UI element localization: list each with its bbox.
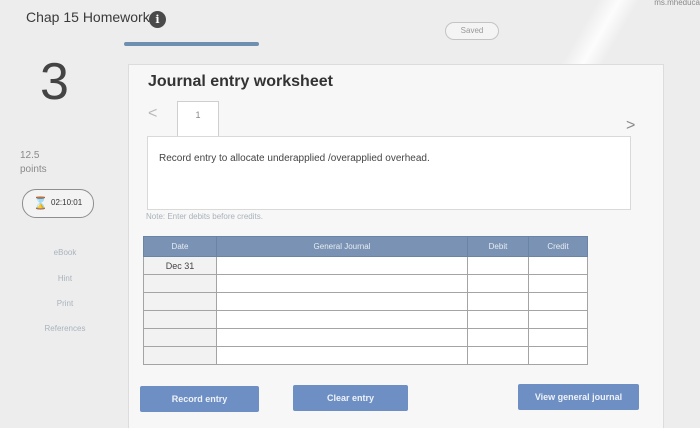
- saved-status-badge: Saved: [445, 22, 499, 40]
- note-text: Note: Enter debits before credits.: [146, 212, 263, 221]
- hourglass-icon: ⌛: [33, 196, 48, 210]
- table-row: [143, 310, 588, 329]
- table-row: [143, 292, 588, 311]
- table-row: Dec 31: [143, 256, 588, 275]
- date-cell[interactable]: [143, 346, 217, 365]
- hint-link[interactable]: Hint: [20, 274, 110, 283]
- account-input[interactable]: [216, 328, 468, 347]
- print-link[interactable]: Print: [20, 299, 110, 308]
- account-input[interactable]: [216, 310, 468, 329]
- account-input[interactable]: [216, 346, 468, 365]
- instruction-text: Record entry to allocate underapplied /o…: [159, 153, 430, 164]
- account-input[interactable]: [216, 274, 468, 293]
- header-general-journal: General Journal: [216, 236, 468, 257]
- debit-input[interactable]: [467, 256, 529, 275]
- date-cell[interactable]: [143, 310, 217, 329]
- header-date: Date: [143, 236, 217, 257]
- debit-input[interactable]: [467, 310, 529, 329]
- worksheet-title: Journal entry worksheet: [148, 73, 333, 90]
- debit-input[interactable]: [467, 346, 529, 365]
- date-cell[interactable]: Dec 31: [143, 256, 217, 275]
- timer-text: 02:10:01: [51, 198, 83, 207]
- references-link[interactable]: References: [20, 324, 110, 333]
- header-credit: Credit: [528, 236, 588, 257]
- credit-input[interactable]: [528, 292, 588, 311]
- credit-input[interactable]: [528, 346, 588, 365]
- table-row: [143, 328, 588, 347]
- credit-input[interactable]: [528, 328, 588, 347]
- chevron-right-icon[interactable]: >: [626, 117, 635, 135]
- chevron-left-icon[interactable]: <: [148, 105, 157, 123]
- view-general-journal-button[interactable]: View general journal: [518, 384, 639, 410]
- info-icon[interactable]: i: [149, 11, 166, 28]
- table-row: [143, 274, 588, 293]
- question-progress-bar: [124, 42, 259, 46]
- credit-input[interactable]: [528, 274, 588, 293]
- debit-input[interactable]: [467, 292, 529, 311]
- credit-input[interactable]: [528, 310, 588, 329]
- homework-title: Chap 15 Homework: [26, 9, 150, 25]
- header-debit: Debit: [467, 236, 529, 257]
- table-row: [143, 346, 588, 365]
- timer-badge: ⌛ 02:10:01: [22, 189, 94, 218]
- clear-entry-button[interactable]: Clear entry: [293, 385, 408, 411]
- account-input[interactable]: [216, 292, 468, 311]
- question-number: 3: [40, 53, 69, 111]
- question-score: 12.5 points: [20, 149, 47, 177]
- instruction-box: [147, 136, 631, 210]
- score-value: 12.5: [20, 150, 40, 161]
- debit-input[interactable]: [467, 274, 529, 293]
- score-unit: points: [20, 164, 47, 175]
- debit-input[interactable]: [467, 328, 529, 347]
- date-cell[interactable]: [143, 274, 217, 293]
- ebook-link[interactable]: eBook: [20, 248, 110, 257]
- table-header-row: Date General Journal Debit Credit: [143, 236, 588, 257]
- date-cell[interactable]: [143, 328, 217, 347]
- tab-1[interactable]: 1: [177, 101, 219, 136]
- credit-input[interactable]: [528, 256, 588, 275]
- record-entry-button[interactable]: Record entry: [140, 386, 259, 412]
- journal-table: Date General Journal Debit Credit Dec 31: [143, 236, 588, 365]
- date-cell[interactable]: [143, 292, 217, 311]
- account-input[interactable]: [216, 256, 468, 275]
